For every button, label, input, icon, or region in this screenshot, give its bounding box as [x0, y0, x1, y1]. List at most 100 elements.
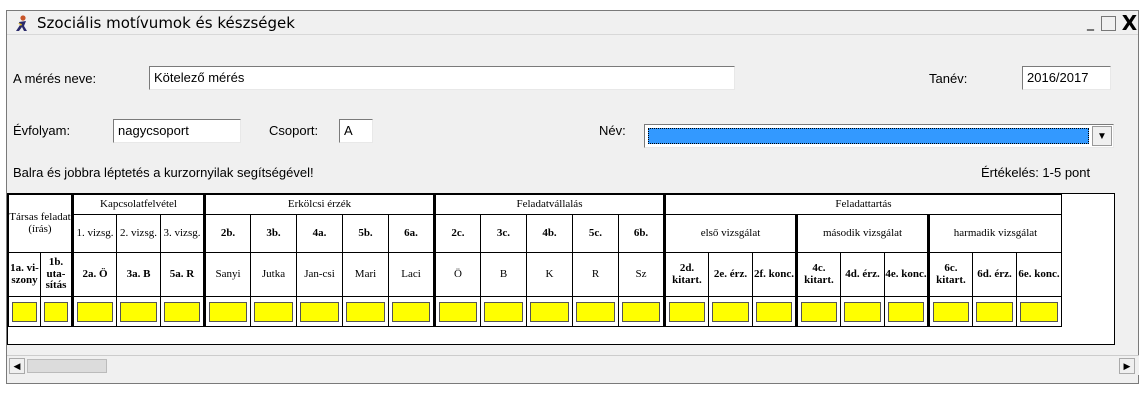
code-4a: 4a. [296, 214, 343, 253]
name-label: Név: [599, 123, 626, 138]
score-cell-td [1016, 296, 1062, 327]
leaf-mari: Mari [342, 252, 389, 297]
score-input[interactable] [77, 301, 113, 322]
score-input[interactable] [712, 301, 749, 322]
code-3c: 3c. [480, 214, 527, 253]
score-cell-td [342, 296, 389, 327]
score-cell-td [708, 296, 753, 327]
year-label: Tanév: [929, 71, 968, 86]
subheader-k2: 2. vizsg. [116, 214, 161, 253]
school-year-field[interactable]: 2016/2017 [1022, 66, 1111, 90]
score-input[interactable] [392, 301, 430, 322]
code-6a: 6a. [388, 214, 435, 253]
leaf-jancsi: Jan-csi [296, 252, 343, 297]
score-input[interactable] [888, 301, 924, 322]
score-cell-td [296, 296, 343, 327]
leaf-4d: 4d. érz. [840, 252, 885, 297]
minimize-button[interactable]: _ [1080, 13, 1101, 32]
close-button[interactable]: X [1119, 11, 1139, 35]
score-input[interactable] [530, 301, 569, 322]
score-cell-td [116, 296, 161, 327]
leaf-k: K [526, 252, 573, 297]
score-cell-td [250, 296, 297, 327]
score-input[interactable] [669, 301, 705, 322]
score-input[interactable] [976, 301, 1013, 322]
code-5c: 5c. [572, 214, 619, 253]
scoring-info: Értékelés: 1-5 pont [981, 165, 1091, 180]
scroll-left-icon[interactable]: ◀ [9, 358, 25, 374]
scroll-right-icon[interactable]: ▶ [1119, 358, 1135, 374]
leaf-sz: Sz [618, 252, 665, 297]
maximize-button[interactable] [1101, 16, 1116, 31]
leaf-2f: 2f. konc. [752, 252, 797, 297]
score-input[interactable] [120, 301, 157, 322]
horizontal-scrollbar[interactable]: ◀ ▶ [7, 355, 1139, 375]
score-cell-td [572, 296, 619, 327]
score-cell-td [526, 296, 573, 327]
subheader-masodik: második vizsgálat [795, 214, 929, 253]
leaf-2a: 2a. Ö [71, 252, 117, 297]
score-cell-td [618, 296, 665, 327]
score-input[interactable] [576, 301, 615, 322]
figure-icon [16, 15, 27, 31]
name-select[interactable]: ▼ [644, 124, 1114, 148]
score-input[interactable] [484, 301, 523, 322]
leaf-5a: 5a. R [160, 252, 205, 297]
leaf-sanyi: Sanyi [203, 252, 251, 297]
app-window: Szociális motívumok és készségek _ X A m… [6, 10, 1139, 384]
leaf-2e: 2e. érz. [708, 252, 753, 297]
grade-field[interactable]: nagycsoport [113, 119, 241, 143]
subheader-harmadik: harmadik vizsgálat [927, 214, 1062, 253]
leaf-6d: 6d. érz. [972, 252, 1017, 297]
code-2b: 2b. [203, 214, 251, 253]
code-6b: 6b. [618, 214, 665, 253]
name-select-value [648, 128, 1089, 144]
score-input[interactable] [300, 301, 339, 322]
leaf-6c: 6c. kitart. [927, 252, 973, 297]
score-input[interactable] [933, 301, 969, 322]
score-cell-td [203, 296, 251, 327]
measurement-label: A mérés neve: [13, 71, 97, 86]
code-4b: 4b. [526, 214, 573, 253]
leaf-2d: 2d. kitart. [663, 252, 709, 297]
score-input[interactable] [1020, 301, 1058, 322]
score-input[interactable] [844, 301, 881, 322]
score-input[interactable] [622, 301, 660, 322]
group-field[interactable]: A [339, 119, 373, 143]
code-5b: 5b. [342, 214, 389, 253]
score-cell-td [388, 296, 435, 327]
score-input[interactable] [44, 301, 68, 322]
leaf-6e: 6e. konc. [1016, 252, 1062, 297]
score-cell-td [752, 296, 797, 327]
leaf-jutka: Jutka [250, 252, 297, 297]
title-bar: Szociális motívumok és készségek _ X [7, 11, 1138, 35]
score-input[interactable] [209, 301, 247, 322]
score-cell-td [433, 296, 481, 327]
assessment-grid: Társas feladat (írás) Kapcsolatfelvétel … [7, 193, 1115, 345]
score-input[interactable] [439, 301, 477, 322]
leaf-r: R [572, 252, 619, 297]
score-cell-td [972, 296, 1017, 327]
scrollbar-thumb[interactable] [27, 359, 107, 373]
chevron-down-icon[interactable]: ▼ [1092, 126, 1112, 146]
score-input[interactable] [756, 301, 792, 322]
score-input[interactable] [254, 301, 293, 322]
score-input[interactable] [346, 301, 385, 322]
group-feladattartas: Feladattartás [663, 194, 1062, 215]
score-input[interactable] [12, 301, 37, 322]
score-input[interactable] [164, 301, 200, 322]
score-cell-td [927, 296, 973, 327]
group-tarsas-feladat: Társas feladat (írás) [8, 194, 73, 253]
subheader-k1: 1. vizsg. [71, 214, 117, 253]
leaf-4c: 4c. kitart. [795, 252, 841, 297]
score-cell-td [8, 296, 41, 327]
score-cell-td [884, 296, 929, 327]
assessment-table: Társas feladat (írás) Kapcsolatfelvétel … [8, 194, 1062, 327]
score-cell-td [160, 296, 205, 327]
group-erkolcsi-erzek: Erkölcsi érzék [203, 194, 435, 215]
score-cell-td [840, 296, 885, 327]
score-cell-td [663, 296, 709, 327]
score-input[interactable] [801, 301, 837, 322]
group-kapcsolatfelvetel: Kapcsolatfelvétel [71, 194, 205, 215]
measurement-name-field[interactable]: Kötelező mérés [149, 66, 735, 90]
